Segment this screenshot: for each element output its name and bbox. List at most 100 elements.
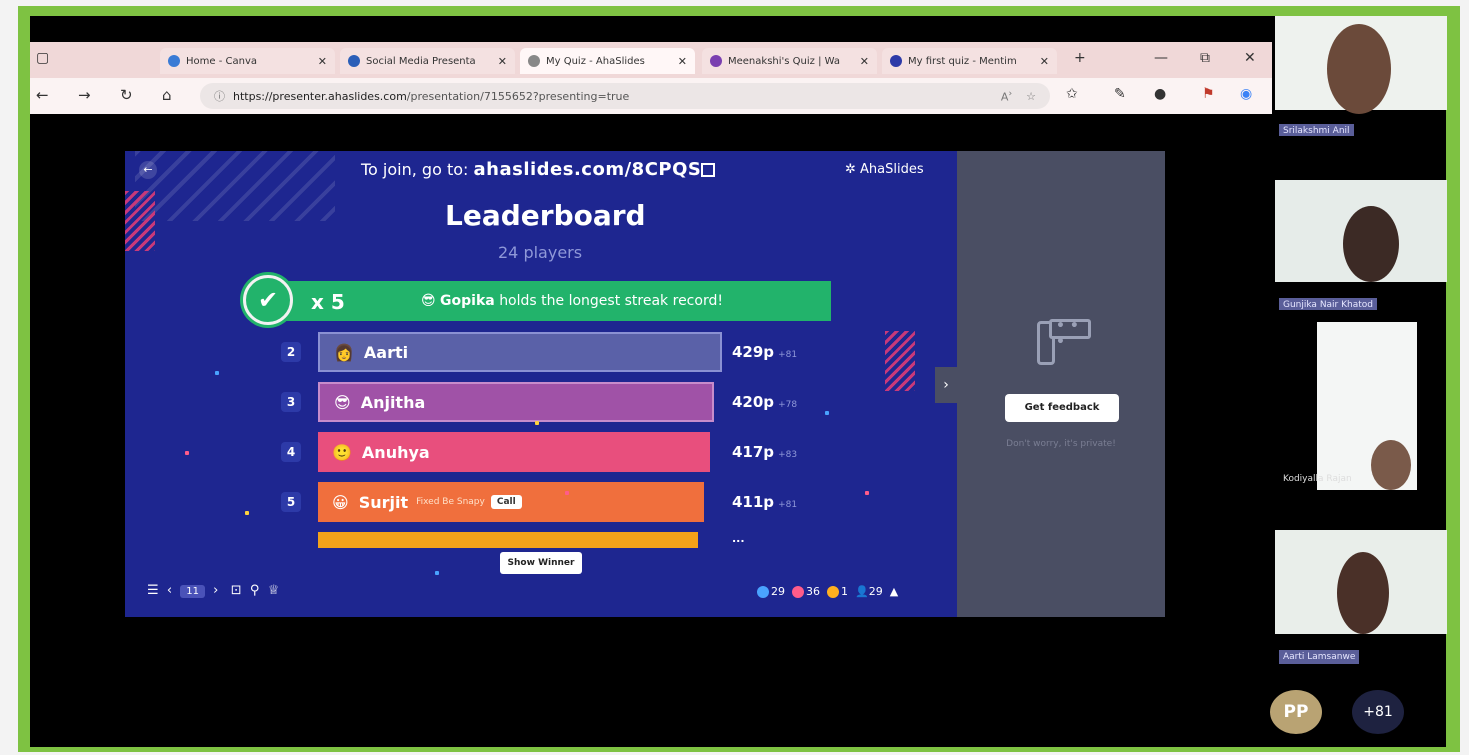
player-tag: Fixed Be Snapy — [416, 497, 485, 507]
show-winner-button[interactable]: Show Winner — [500, 552, 582, 574]
participant-tile[interactable]: Srilakshmi Anil — [1275, 16, 1447, 136]
participant-tile[interactable]: Aarti Lamsanwe — [1275, 530, 1447, 670]
fullscreen-icon[interactable]: ⊡ — [231, 583, 242, 598]
score-delta: +81 — [778, 500, 798, 510]
url-path: /presentation/7155652?presenting=true — [406, 89, 630, 103]
heart-reaction-icon — [792, 586, 804, 598]
extensions-icon[interactable]: ✎ — [1114, 86, 1126, 102]
streak-emoji: 😎 — [421, 293, 441, 309]
close-icon[interactable]: ✕ — [310, 55, 327, 68]
streak-text: holds the longest streak record! — [499, 293, 723, 309]
title-text: Leaderboard — [445, 199, 646, 232]
tab-meenakshi-quiz[interactable]: Meenakshi's Quiz | Wa ✕ — [702, 48, 877, 74]
player-emoji: 🙂 — [332, 442, 352, 462]
get-feedback-button[interactable]: Get feedback — [1005, 394, 1119, 422]
participant-name: Srilakshmi Anil — [1279, 124, 1354, 136]
lock-icon: ⓘ — [214, 90, 225, 103]
minimize-icon[interactable]: — — [1154, 50, 1168, 66]
chat-bubble-icon — [1049, 318, 1091, 350]
url-host: https://presenter.ahaslides.com — [233, 89, 407, 103]
close-icon[interactable]: ✕ — [490, 55, 507, 68]
join-url[interactable]: ahaslides.com/8CPQS — [474, 159, 702, 180]
trophy-icon[interactable]: ♕ — [268, 583, 280, 598]
participant-tile[interactable]: Kodiyalla Rajan — [1275, 322, 1447, 500]
player-score: 420p +78 — [732, 393, 797, 411]
canva-favicon-icon — [168, 55, 180, 67]
read-aloud-icon[interactable]: A› — [1001, 88, 1012, 104]
leaderboard-row: 👩 Aarti — [318, 332, 722, 372]
forward-icon[interactable]: → — [78, 86, 91, 104]
player-emoji: 👩 — [334, 342, 354, 362]
zoom-icon[interactable]: ⚲ — [250, 583, 260, 598]
decor-pink-stripes — [125, 191, 155, 251]
close-icon[interactable]: ✕ — [852, 55, 869, 68]
menu-icon[interactable]: ☰ — [147, 583, 159, 598]
home-icon[interactable]: ⌂ — [162, 86, 172, 104]
join-instructions: To join, go to: ahaslides.com/8CPQS — [361, 159, 701, 180]
prev-slide-icon[interactable]: ‹ — [167, 583, 172, 598]
url-field[interactable]: ⓘ https://presenter.ahaslides.com /prese… — [200, 83, 1050, 109]
tab-actions-icon[interactable]: ▢ — [36, 50, 49, 66]
confetti — [245, 511, 249, 515]
rank-number: 4 — [281, 442, 301, 462]
streak-name: Gopika — [440, 293, 495, 309]
more-participants-button[interactable]: +81 — [1352, 690, 1404, 734]
meeting-screen: ▢ Home - Canva ✕ Social Media Presenta ✕… — [30, 16, 1447, 747]
restore-icon[interactable]: ⧉ — [1200, 50, 1210, 66]
person-icon: 👤 — [855, 585, 869, 598]
tab-canva[interactable]: Home - Canva ✕ — [160, 48, 335, 74]
back-arrow-icon[interactable]: ← — [139, 161, 157, 179]
leaderboard-slide: ← To join, go to: ahaslides.com/8CPQS ✲ … — [125, 151, 957, 617]
leaderboard-row: 😀 Surjit Fixed Be Snapy Call — [318, 482, 704, 522]
refresh-icon[interactable]: ↻ — [120, 86, 133, 104]
participant-tile[interactable]: Gunjika Nair Khatod — [1275, 180, 1447, 310]
social-favicon-icon — [348, 55, 360, 67]
profile-icon[interactable]: ● — [1154, 86, 1166, 102]
panel-toggle-icon[interactable]: › — [935, 367, 957, 403]
tab-mentimeter[interactable]: My first quiz - Mentim ✕ — [882, 48, 1057, 74]
back-icon[interactable]: ← — [36, 86, 49, 104]
close-icon[interactable]: ✕ — [670, 55, 687, 68]
confetti — [435, 571, 439, 575]
wifi-icon: ▲ — [889, 585, 899, 598]
player-emoji: 😎 — [334, 392, 351, 412]
avatar[interactable]: PP — [1270, 690, 1322, 734]
qr-code-icon[interactable] — [701, 163, 715, 177]
like-reaction-icon — [757, 586, 769, 598]
player-score: 429p +81 — [732, 343, 797, 361]
tab-label: Social Media Presenta — [366, 55, 476, 67]
streak-message: 😎 Gopika holds the longest streak record… — [421, 293, 723, 309]
call-button[interactable]: Call — [490, 495, 522, 509]
feedback-note: Don't worry, it's private! — [1006, 439, 1116, 449]
tab-my-quiz[interactable]: My Quiz - AhaSlides ✕ — [520, 48, 695, 74]
new-tab-button[interactable]: + — [1074, 50, 1086, 66]
score-value: 417p — [732, 443, 775, 461]
join-prefix: To join, go to: — [361, 160, 469, 179]
participant-name: Gunjika Nair Khatod — [1279, 298, 1377, 310]
favorite-star-icon[interactable]: ☆ — [1026, 90, 1036, 103]
leaderboard-row: 🙂 Anuhya — [318, 432, 710, 472]
player-score: ... — [732, 532, 745, 545]
slide-number[interactable]: 11 — [180, 585, 205, 598]
close-icon[interactable]: ✕ — [1032, 55, 1049, 68]
notification-icon[interactable]: ⚑ — [1202, 86, 1215, 102]
favorites-icon[interactable]: ✩ — [1066, 86, 1078, 102]
tab-label: My first quiz - Mentim — [908, 55, 1017, 67]
leaderboard-row: 😎 Anjitha — [318, 382, 714, 422]
score-delta: +83 — [778, 450, 798, 460]
stat-emoji: 1 — [841, 585, 848, 598]
tab-label: Meenakshi's Quiz | Wa — [728, 55, 840, 67]
quiz-favicon-icon — [710, 55, 722, 67]
next-slide-icon[interactable]: › — [213, 583, 218, 598]
participant-video — [1343, 206, 1399, 282]
tab-social-media[interactable]: Social Media Presenta ✕ — [340, 48, 515, 74]
close-window-icon[interactable]: ✕ — [1244, 50, 1256, 66]
streak-multiplier: x 5 — [311, 290, 345, 314]
feedback-panel: Get feedback Don't worry, it's private! — [957, 151, 1165, 617]
player-name: Anjitha — [360, 392, 426, 412]
copilot-icon[interactable]: ◉ — [1240, 86, 1252, 102]
players-count: 24 players — [498, 243, 583, 262]
address-bar: ← → ↻ ⌂ ⓘ https://presenter.ahaslides.co… — [30, 78, 1272, 114]
presenter-controls: ☰ ‹ 11 › ⊡ ⚲ ♕ — [147, 583, 279, 598]
player-name: Aarti — [363, 342, 409, 362]
